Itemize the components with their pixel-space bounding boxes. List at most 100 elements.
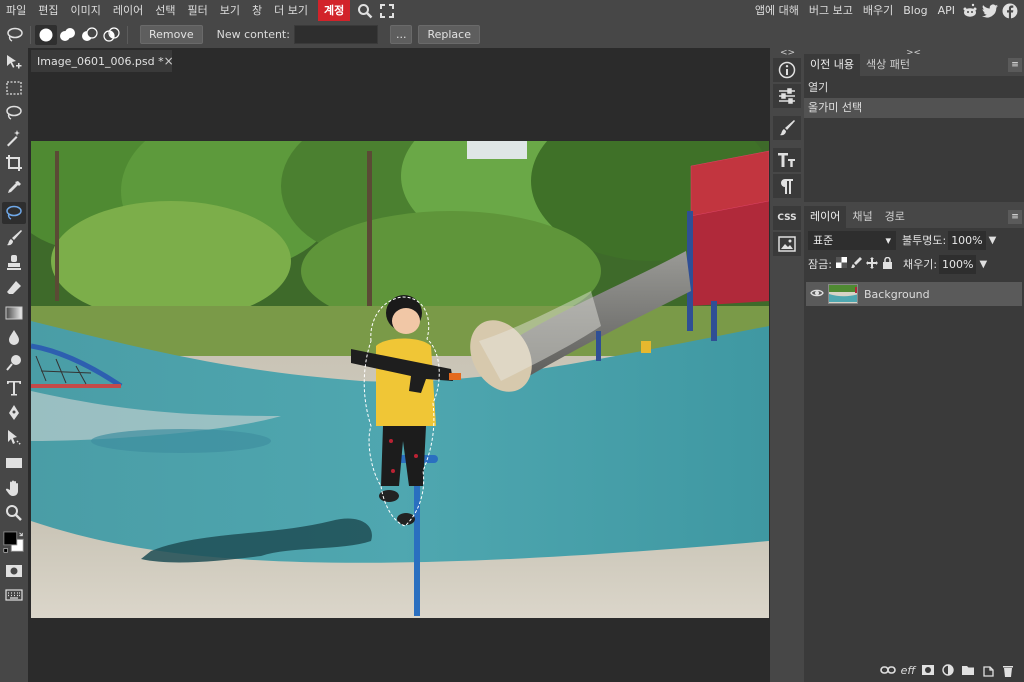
ellipsis-button[interactable]: ... bbox=[389, 25, 413, 44]
pen-icon[interactable] bbox=[2, 402, 26, 424]
facebook-icon[interactable] bbox=[1000, 0, 1020, 21]
hand-icon[interactable] bbox=[2, 477, 26, 499]
quick-mask-icon[interactable] bbox=[2, 560, 26, 582]
menu-layer[interactable]: 레이어 bbox=[107, 0, 149, 21]
gradient-icon[interactable] bbox=[2, 302, 26, 324]
new-group-icon[interactable] bbox=[958, 660, 978, 680]
image-canvas[interactable] bbox=[31, 141, 769, 618]
menu-edit[interactable]: 편집 bbox=[32, 0, 64, 21]
keyboard-icon[interactable] bbox=[2, 584, 26, 606]
menu-right: 앱에 대해 버그 보고 배우기 Blog API bbox=[750, 0, 1020, 21]
lock-transparency-icon[interactable] bbox=[835, 257, 847, 271]
move-tool-icon[interactable] bbox=[2, 52, 26, 74]
tab-swatches[interactable]: 색상 패턴 bbox=[860, 54, 916, 76]
selection-intersect-icon[interactable] bbox=[101, 25, 123, 45]
panel-menu-icon[interactable]: ≡ bbox=[1008, 210, 1022, 224]
opacity-label: 불투명도: bbox=[902, 234, 947, 247]
new-layer-icon[interactable] bbox=[978, 660, 998, 680]
brush-icon[interactable] bbox=[2, 227, 26, 249]
menu-view[interactable]: 보기 bbox=[214, 0, 246, 21]
adjustments-icon[interactable] bbox=[773, 84, 801, 108]
opacity-dropdown-icon[interactable]: ▼ bbox=[989, 235, 997, 246]
type-tool-icon[interactable] bbox=[2, 377, 26, 399]
panel-menu-icon[interactable]: ≡ bbox=[1008, 58, 1022, 72]
brush-settings-icon[interactable] bbox=[773, 116, 801, 140]
selection-add-icon[interactable] bbox=[57, 25, 79, 45]
menu-filter[interactable]: 필터 bbox=[182, 0, 214, 21]
eyedropper-icon[interactable] bbox=[2, 177, 26, 199]
history-item-lasso[interactable]: 올가미 선택 bbox=[804, 98, 1024, 118]
layers-list: Background bbox=[804, 282, 1024, 306]
rectangle-shape-icon[interactable] bbox=[2, 452, 26, 474]
marquee-tool-icon[interactable] bbox=[2, 77, 26, 99]
selection-new-icon[interactable] bbox=[35, 24, 57, 45]
collapse-arrows[interactable]: <> bbox=[780, 48, 795, 58]
fill-dropdown-icon[interactable]: ▼ bbox=[979, 259, 987, 270]
layer-row-background[interactable]: Background bbox=[806, 282, 1022, 306]
tab-paths[interactable]: 경로 bbox=[879, 206, 911, 228]
lock-position-icon[interactable] bbox=[865, 256, 878, 272]
layer-effects-button[interactable]: eff bbox=[898, 660, 918, 680]
twitter-icon[interactable] bbox=[980, 0, 1000, 21]
search-icon[interactable] bbox=[354, 0, 376, 21]
fill-input[interactable]: 100% bbox=[939, 254, 977, 274]
image-icon[interactable] bbox=[773, 232, 801, 256]
menu-account[interactable]: 계정 bbox=[317, 0, 351, 21]
character-icon[interactable] bbox=[773, 148, 801, 172]
layers-panel: 레이어 채널 경로 ≡ 표준 ▾ 불투명도: 100% ▼ 잠금: 채우기: 1… bbox=[804, 206, 1024, 682]
layer-name: Background bbox=[864, 287, 930, 301]
history-list: 열기 올가미 선택 bbox=[804, 76, 1024, 118]
path-select-icon[interactable] bbox=[2, 427, 26, 449]
fullscreen-icon[interactable] bbox=[376, 0, 398, 21]
zoom-icon[interactable] bbox=[2, 502, 26, 524]
adjustment-layer-icon[interactable] bbox=[938, 660, 958, 680]
menu-api[interactable]: API bbox=[933, 0, 960, 21]
link-layers-icon[interactable] bbox=[878, 660, 898, 680]
menu-file[interactable]: 파일 bbox=[0, 0, 32, 21]
blend-row: 표준 ▾ 불투명도: 100% ▼ bbox=[804, 228, 1024, 252]
delete-layer-icon[interactable] bbox=[998, 660, 1018, 680]
blur-drop-icon[interactable] bbox=[2, 327, 26, 349]
lasso-active-icon[interactable] bbox=[2, 202, 26, 224]
color-swatches-icon[interactable] bbox=[2, 528, 26, 558]
layer-mask-icon[interactable] bbox=[918, 660, 938, 680]
lock-all-icon[interactable] bbox=[882, 256, 893, 272]
tab-channels[interactable]: 채널 bbox=[846, 206, 878, 228]
menu-image[interactable]: 이미지 bbox=[65, 0, 107, 21]
lasso-icon[interactable] bbox=[2, 102, 26, 124]
menu-bug-report[interactable]: 버그 보고 bbox=[804, 0, 858, 21]
eye-icon[interactable] bbox=[810, 288, 824, 301]
menu-select[interactable]: 선택 bbox=[149, 0, 181, 21]
menu-more[interactable]: 더 보기 bbox=[268, 0, 314, 21]
blend-mode-select[interactable]: 표준 ▾ bbox=[808, 230, 896, 250]
layers-panel-tabs: 레이어 채널 경로 ≡ bbox=[804, 206, 1024, 228]
lasso-tool-icon[interactable] bbox=[4, 25, 26, 45]
menu-blog[interactable]: Blog bbox=[898, 0, 932, 21]
history-item-open[interactable]: 열기 bbox=[804, 78, 1024, 98]
info-icon[interactable] bbox=[773, 58, 801, 82]
stamp-icon[interactable] bbox=[2, 252, 26, 274]
lock-label: 잠금: bbox=[808, 258, 832, 271]
replace-button[interactable]: Replace bbox=[418, 25, 480, 44]
menu-learn[interactable]: 배우기 bbox=[858, 0, 898, 21]
magic-wand-icon[interactable] bbox=[2, 127, 26, 149]
dodge-icon[interactable] bbox=[2, 352, 26, 374]
close-icon[interactable]: × bbox=[164, 54, 174, 68]
paragraph-icon[interactable] bbox=[773, 174, 801, 198]
new-content-input[interactable] bbox=[293, 25, 378, 44]
lock-pixels-icon[interactable] bbox=[850, 257, 862, 271]
blend-mode-value: 표준 bbox=[813, 233, 834, 247]
selection-subtract-icon[interactable] bbox=[79, 25, 101, 45]
tab-history[interactable]: 이전 내용 bbox=[804, 54, 860, 76]
opacity-input[interactable]: 100% bbox=[948, 230, 986, 250]
document-tab[interactable]: Image_0601_006.psd * × bbox=[31, 50, 174, 72]
css-button[interactable]: CSS bbox=[773, 206, 801, 230]
remove-button[interactable]: Remove bbox=[140, 25, 203, 44]
menu-about[interactable]: 앱에 대해 bbox=[750, 0, 804, 21]
crop-icon[interactable] bbox=[2, 152, 26, 174]
history-panel-tabs: 이전 내용 색상 패턴 ≡ bbox=[804, 54, 1024, 76]
reddit-icon[interactable] bbox=[960, 0, 980, 21]
eraser-icon[interactable] bbox=[2, 277, 26, 299]
tab-layers[interactable]: 레이어 bbox=[804, 206, 847, 228]
menu-window[interactable]: 창 bbox=[246, 0, 268, 21]
